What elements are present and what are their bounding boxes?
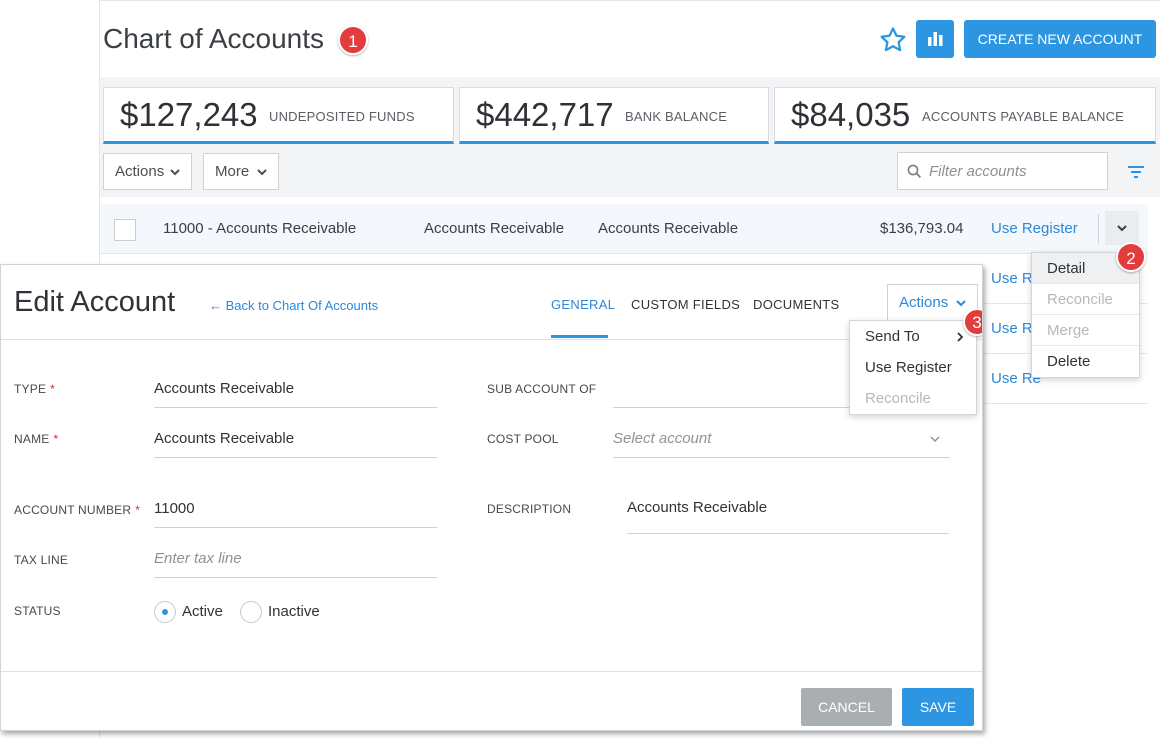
bar-chart-icon (928, 32, 943, 46)
actions-dropdown-button[interactable]: Actions (103, 153, 192, 190)
menu-item-send-to[interactable]: Send To (850, 321, 976, 352)
dialog-actions-menu: Send To Use Register Reconcile (849, 320, 977, 415)
edit-account-dialog: Edit Account ← Back to Chart Of Accounts… (0, 264, 983, 731)
cost-pool-underline (613, 457, 950, 458)
status-inactive-label[interactable]: Inactive (268, 603, 320, 620)
menu-item-reconcile: Reconcile (865, 390, 931, 407)
kpi-amount: $84,035 (791, 96, 911, 133)
status-active-radio[interactable] (154, 601, 176, 623)
status-inactive-radio[interactable] (240, 601, 262, 623)
page-title: Chart of Accounts (103, 23, 325, 54)
name-label: NAME * (14, 432, 59, 446)
more-dropdown-button[interactable]: More (203, 153, 279, 190)
menu-item-merge: Merge (1032, 315, 1139, 346)
create-new-account-button[interactable]: CREATE NEW ACCOUNT (964, 20, 1156, 58)
active-tab-indicator (551, 335, 608, 338)
dialog-title: Edit Account (14, 286, 176, 318)
tax-line-underline (154, 577, 437, 578)
account-number-field[interactable]: 11000 (154, 500, 195, 517)
table-row[interactable]: 11000 - Accounts Receivable Accounts Rec… (100, 204, 1148, 254)
type-underline (154, 407, 437, 408)
row-actions-menu: Detail Reconcile Merge Delete (1031, 252, 1140, 378)
kpi-label: ACCOUNTS PAYABLE BALANCE (922, 109, 1125, 124)
status-active-label[interactable]: Active (182, 603, 223, 620)
step-badge-1: 1 (338, 25, 368, 55)
tab-general[interactable]: GENERAL (551, 297, 615, 312)
account-number-label: ACCOUNT NUMBER * (14, 503, 141, 517)
kpi-amount: $127,243 (120, 96, 258, 133)
account-number-underline (154, 527, 437, 528)
step-badge-3: 3 (963, 308, 982, 336)
favorite-star-icon[interactable] (878, 25, 908, 55)
description-underline (627, 533, 949, 534)
tax-line-field[interactable]: Enter tax line (154, 550, 242, 567)
menu-item-reconcile: Reconcile (1032, 284, 1139, 315)
account-type: Accounts Receivable (424, 220, 565, 237)
status-label: STATUS (14, 604, 61, 618)
account-subtype: Accounts Receivable (598, 220, 739, 237)
type-value[interactable]: Accounts Receivable (154, 380, 294, 397)
kpi-undeposited-funds[interactable]: $127,243 UNDEPOSITED FUNDS (103, 87, 454, 144)
back-to-chart-of-accounts-link[interactable]: ← Back to Chart Of Accounts (209, 298, 378, 313)
sub-account-label: SUB ACCOUNT OF (487, 382, 597, 396)
search-icon (907, 164, 922, 179)
cost-pool-select[interactable]: Select account (613, 430, 711, 447)
name-field[interactable]: Accounts Receivable (154, 430, 294, 447)
filter-placeholder: Filter accounts (929, 163, 1027, 180)
chevron-down-icon (1117, 225, 1127, 232)
save-button[interactable]: SAVE (902, 688, 974, 726)
menu-item-delete[interactable]: Delete (1032, 346, 1139, 377)
description-field[interactable]: Accounts Receivable (627, 499, 767, 516)
divider (1098, 214, 1099, 244)
filter-icon[interactable] (1127, 165, 1145, 179)
page-header: Chart of Accounts 1 CREATE NEW ACCOUNT (100, 1, 1160, 77)
dialog-footer: CANCEL SAVE (1, 671, 982, 730)
description-label: DESCRIPTION (487, 502, 572, 516)
cost-pool-label: COST POOL (487, 432, 559, 446)
dialog-header: Edit Account ← Back to Chart Of Accounts… (1, 265, 982, 340)
chevron-down-icon (256, 154, 268, 203)
cancel-button[interactable]: CANCEL (801, 688, 892, 726)
chevron-down-icon (169, 154, 181, 203)
account-balance: $136,793.04 (880, 220, 964, 237)
actions-label: Actions (899, 294, 949, 311)
menu-item-use-register[interactable]: Use Register (850, 352, 976, 383)
row-checkbox[interactable] (114, 219, 136, 241)
use-register-link[interactable]: Use Register (991, 220, 1078, 237)
type-label: TYPE * (14, 382, 56, 396)
tax-line-label: TAX LINE (14, 553, 69, 567)
step-badge-2: 2 (1116, 242, 1146, 272)
tab-documents[interactable]: DOCUMENTS (753, 297, 839, 312)
reports-button[interactable] (916, 20, 954, 58)
kpi-label: BANK BALANCE (625, 109, 728, 124)
kpi-label: UNDEPOSITED FUNDS (269, 109, 415, 124)
kpi-amount: $442,717 (476, 96, 614, 133)
actions-label: Actions (115, 163, 165, 180)
chevron-right-icon (957, 332, 964, 342)
chevron-down-icon[interactable] (929, 433, 941, 445)
filter-accounts-input[interactable]: Filter accounts (897, 152, 1108, 190)
row-menu-toggle[interactable] (1105, 211, 1139, 245)
more-label: More (215, 163, 250, 180)
kpi-bank-balance[interactable]: $442,717 BANK BALANCE (459, 87, 769, 144)
kpi-accounts-payable[interactable]: $84,035 ACCOUNTS PAYABLE BALANCE (774, 87, 1156, 144)
account-name: 11000 - Accounts Receivable (163, 220, 357, 237)
tab-custom-fields[interactable]: CUSTOM FIELDS (631, 297, 740, 312)
name-underline (154, 457, 437, 458)
